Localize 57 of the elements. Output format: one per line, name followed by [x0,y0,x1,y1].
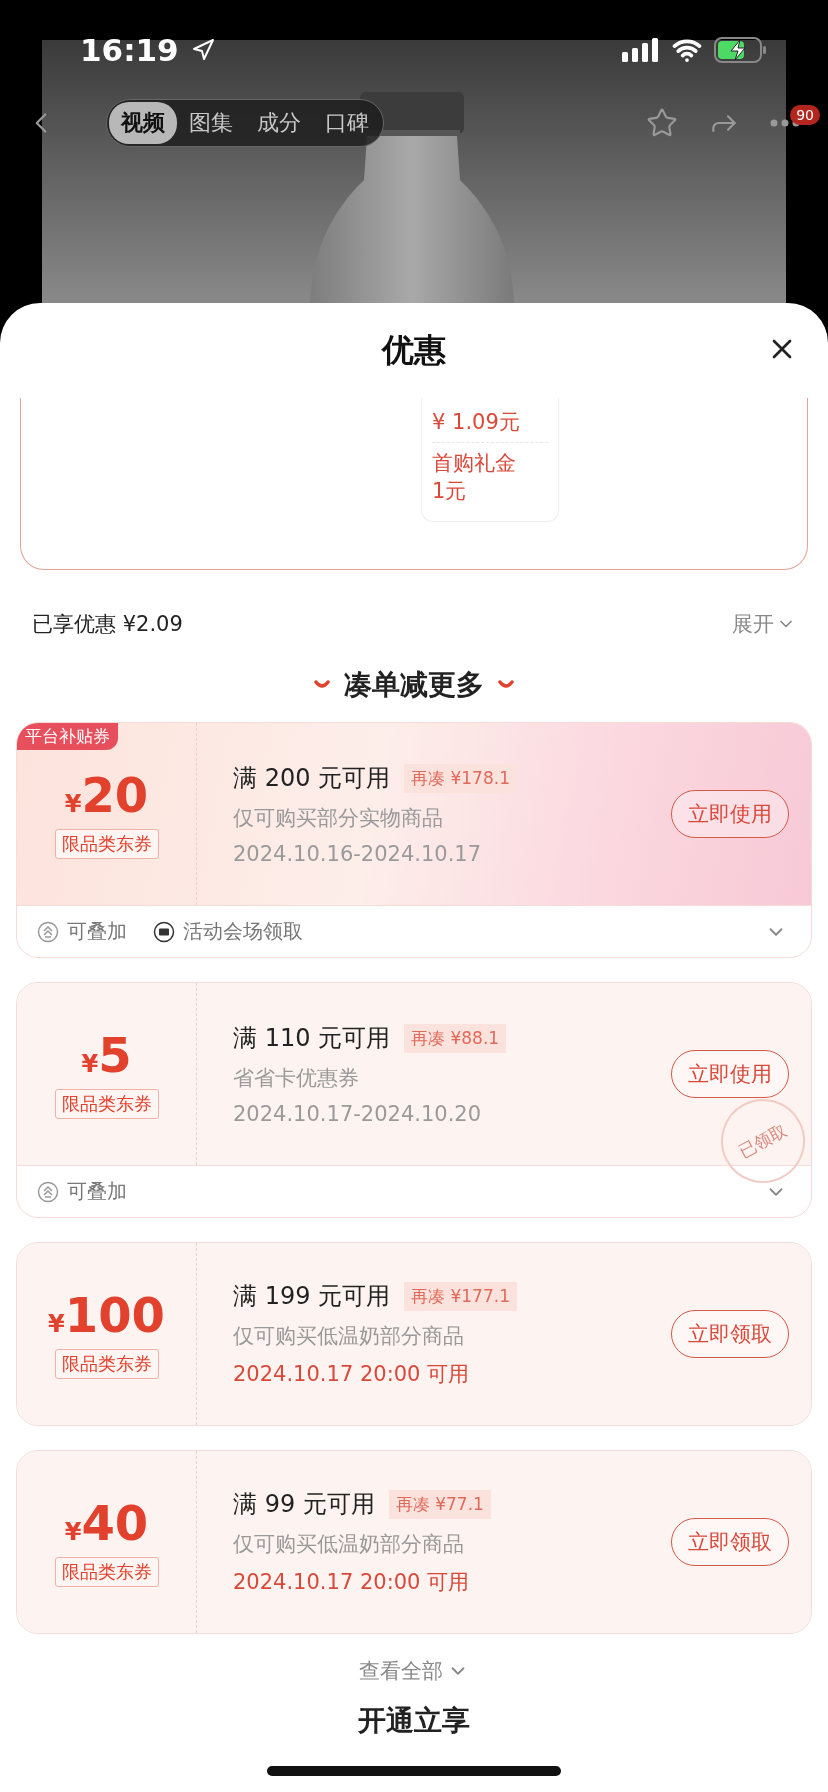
coupon-condition: 满 99 元可用 [233,1489,375,1520]
media-tab[interactable]: 图集 [177,102,245,144]
category-tag: 限品类东券 [54,1349,159,1379]
coupon-action-button[interactable]: 立即领取 [671,1310,789,1358]
media-tab[interactable]: 视频 [109,102,177,144]
stack-icon [37,1180,59,1203]
coupon-amount: ¥5 [81,1029,132,1081]
ticket-icon [153,920,175,943]
price-line: 首购礼金 [432,450,517,477]
coupon-action-button[interactable]: 立即领取 [671,1518,789,1566]
notification-badge: 90 [790,105,820,125]
star-icon [646,107,678,139]
coupon-condition: 满 200 元可用 [233,763,391,794]
coupon-date: 2024.10.17-2024.10.20 [233,1102,483,1126]
media-tab[interactable]: 成分 [245,102,313,144]
gap-tag: 再凑 ¥88.1 [404,1023,507,1053]
expand-button[interactable]: 展开 [732,610,796,638]
coupon-description: 省省卡优惠券 [233,1065,360,1092]
coupon-action-button[interactable]: 立即使用 [671,790,789,838]
coupon-date: 2024.10.17 20:00 可用 [233,1569,471,1596]
category-tag: 限品类东券 [54,1557,159,1587]
smile-icon [314,680,330,690]
coupon-feature: 可叠加 [67,1178,127,1205]
coupon-date: 2024.10.16-2024.10.17 [233,842,483,866]
price-line: 1元 [432,478,468,505]
view-all-button[interactable]: 查看全部 [353,1656,475,1686]
category-tag: 限品类东券 [54,829,159,859]
coupon-action-button[interactable]: 立即使用 [671,1050,789,1098]
coupon-amount: ¥20 [64,769,149,821]
coupon-description: 仅可购买部分实物商品 [233,805,444,832]
coupon-amount: ¥100 [48,1289,165,1341]
sheet-title: 优惠 [382,329,446,371]
favorite-button[interactable] [646,107,678,139]
coupon-condition: 满 199 元可用 [233,1281,391,1312]
battery-charging-icon [714,37,768,63]
section-title: 凑单减更多 [344,667,484,703]
smile-icon [498,680,514,690]
coupon-description: 仅可购买低温奶部分商品 [233,1531,465,1558]
stack-icon [37,920,59,943]
coupon-feature: 可叠加 [67,918,127,945]
gap-tag: 再凑 ¥178.1 [404,763,517,793]
location-arrow-icon [190,38,215,62]
saved-amount: 已享优惠 ¥2.09 [32,611,183,638]
coupon-amount: ¥40 [64,1497,149,1549]
gap-tag: 再凑 ¥77.1 [388,1489,491,1519]
category-tag: 限品类东券 [54,1089,159,1119]
corner-tag: 平台补贴券 [17,723,118,750]
next-section-title: 开通立享 [358,1703,470,1739]
coupon-description: 仅可购买低温奶部分商品 [233,1323,465,1350]
signal-icon [622,38,660,62]
price-line: ¥ 1.09元 [432,409,521,436]
coupon-feature: 活动会场领取 [183,918,303,945]
status-time: 16:19 [80,32,179,68]
media-tab[interactable]: 口碑 [313,102,381,144]
coupon-date: 2024.10.17 20:00 可用 [233,1361,471,1388]
gap-tag: 再凑 ¥177.1 [404,1281,517,1311]
coupon-condition: 满 110 元可用 [233,1023,391,1054]
